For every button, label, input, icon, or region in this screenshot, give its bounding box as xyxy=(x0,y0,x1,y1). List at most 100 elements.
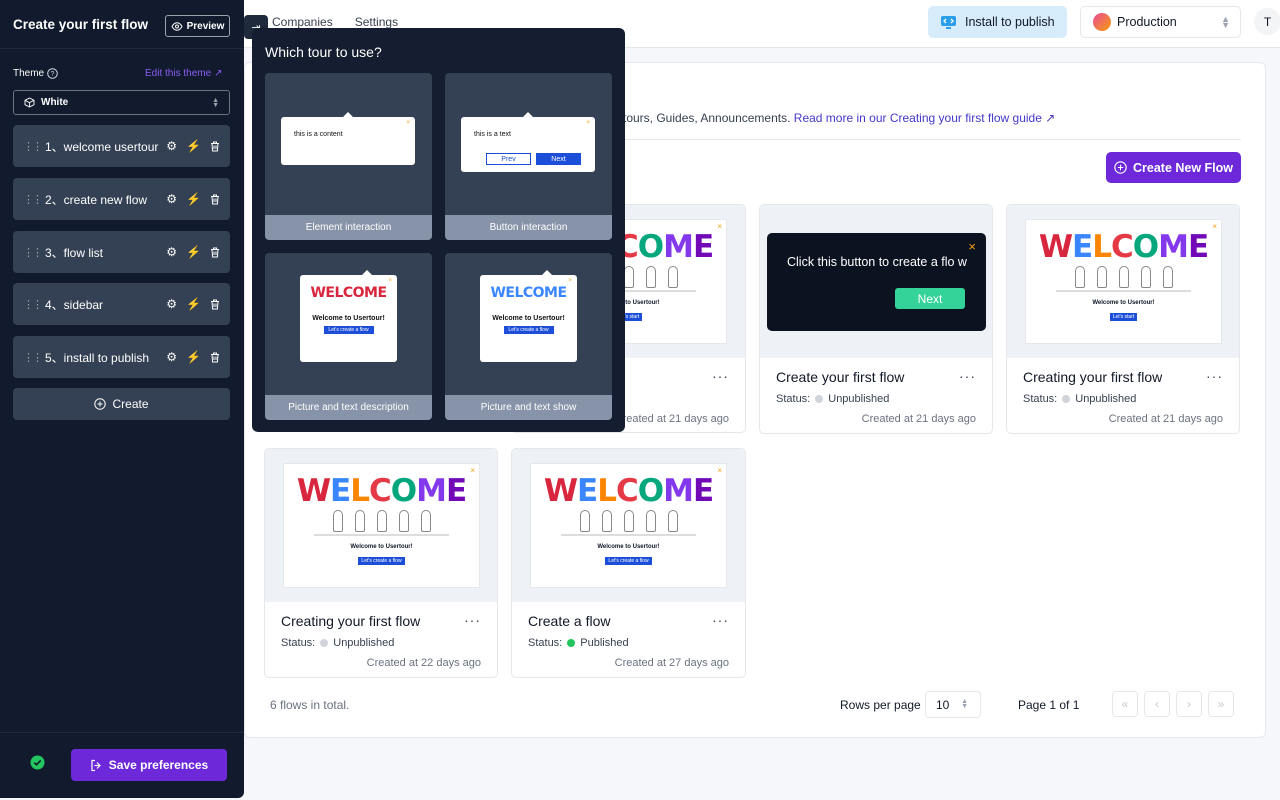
flow-date: Created at 27 days ago xyxy=(614,657,729,669)
more-icon[interactable]: ··· xyxy=(1206,368,1223,384)
rows-per-page-label: Rows per page xyxy=(840,698,921,712)
mini-modal: × WELCOME Welcome to Usertour! Let's cre… xyxy=(300,270,397,362)
step-item[interactable]: ⋮⋮ 1、welcome usertour ⚙ ⚡ xyxy=(13,125,230,167)
create-new-flow-button[interactable]: Create New Flow xyxy=(1106,152,1241,183)
chevron-updown-icon: ▲ ▼ xyxy=(1221,14,1230,30)
status-dot xyxy=(567,639,576,647)
edit-theme-link[interactable]: Edit this theme ↗ xyxy=(145,68,223,79)
bolt-icon[interactable]: ⚡ xyxy=(186,297,201,311)
save-label: Save preferences xyxy=(108,758,209,772)
drag-handle-icon[interactable]: ⋮⋮ xyxy=(23,298,43,311)
environment-label: Production xyxy=(1117,15,1177,29)
bolt-icon[interactable]: ⚡ xyxy=(186,245,201,259)
flow-thumbnail: × Click this button to create a flo w Ne… xyxy=(760,205,992,358)
help-icon[interactable]: ? xyxy=(47,68,58,79)
option-label: Picture and text description xyxy=(265,395,432,420)
figures-illustration xyxy=(561,508,696,536)
figures-illustration xyxy=(1056,264,1191,292)
flow-thumbnail: × WELCOME Welcome to Usertour! Let's cre… xyxy=(265,449,497,602)
next-page-button[interactable]: › xyxy=(1176,691,1202,717)
theme-select[interactable]: White ▲ ▼ xyxy=(13,90,230,115)
bolt-icon[interactable]: ⚡ xyxy=(186,139,201,153)
step-item[interactable]: ⋮⋮ 4、sidebar ⚙ ⚡ xyxy=(13,283,230,325)
trash-icon[interactable] xyxy=(210,194,220,205)
settings-icon[interactable]: ⚙ xyxy=(166,139,177,153)
tour-option-picture-description[interactable]: × WELCOME Welcome to Usertour! Let's cre… xyxy=(265,253,432,420)
flow-card[interactable]: × WELCOME Welcome to Usertour! Let's cre… xyxy=(264,448,498,678)
tour-type-popover: Which tour to use? × this is a content E… xyxy=(252,28,625,432)
drag-handle-icon[interactable]: ⋮⋮ xyxy=(23,246,43,259)
welcome-graphic: WELCOME xyxy=(1038,229,1209,265)
double-chevron-right-icon: » xyxy=(1217,697,1225,711)
preview-label: Preview xyxy=(186,20,225,32)
create-step-button[interactable]: Create xyxy=(13,388,230,420)
mini-modal: × WELCOME Welcome to Usertour! Let's cre… xyxy=(480,270,577,362)
tooltip-text: Click this button to create a flo w xyxy=(787,255,967,269)
rows-per-page-select[interactable]: 10 ▲ ▼ xyxy=(925,691,981,718)
step-label: 2、create new flow xyxy=(45,192,148,207)
close-icon: × xyxy=(1212,222,1217,231)
more-icon[interactable]: ··· xyxy=(712,368,729,384)
trash-icon[interactable] xyxy=(210,141,220,152)
tour-option-element-interaction[interactable]: × this is a content Element interaction xyxy=(265,73,432,240)
tour-option-button-interaction[interactable]: × this is a text Prev Next Button intera… xyxy=(445,73,612,240)
external-link-icon: ↗ xyxy=(1045,111,1056,125)
page-info: Page 1 of 1 xyxy=(1018,698,1080,712)
settings-icon[interactable]: ⚙ xyxy=(166,245,177,259)
status-dot xyxy=(1062,395,1071,403)
install-to-publish-button[interactable]: Install to publish xyxy=(928,6,1067,38)
trash-icon[interactable] xyxy=(210,247,220,258)
environment-select[interactable]: Production ▲ ▼ xyxy=(1080,6,1241,38)
settings-icon[interactable]: ⚙ xyxy=(166,350,177,364)
step-label: 4、sidebar xyxy=(45,297,104,312)
welcome-graphic: WELCOME xyxy=(310,285,387,301)
step-item[interactable]: ⋮⋮ 2、create new flow ⚙ ⚡ xyxy=(13,178,230,220)
environment-icon xyxy=(1093,13,1111,31)
flow-card[interactable]: × WELCOME Welcome to Usertour! Let's sta… xyxy=(1006,204,1240,434)
settings-icon[interactable]: ⚙ xyxy=(166,297,177,311)
preview-button[interactable]: Preview xyxy=(165,15,230,37)
step-item[interactable]: ⋮⋮ 5、install to publish ⚙ ⚡ xyxy=(13,336,230,378)
trash-icon[interactable] xyxy=(210,299,220,310)
guide-link[interactable]: Read more in our Creating your first flo… xyxy=(794,111,1056,125)
trash-icon[interactable] xyxy=(210,352,220,363)
step-item[interactable]: ⋮⋮ 3、flow list ⚙ ⚡ xyxy=(13,231,230,273)
first-page-button[interactable]: « xyxy=(1112,691,1138,717)
bolt-icon[interactable]: ⚡ xyxy=(186,192,201,206)
bolt-icon[interactable]: ⚡ xyxy=(186,350,201,364)
mini-next-button: Next xyxy=(536,153,581,165)
save-preferences-button[interactable]: Save preferences xyxy=(71,749,227,781)
drag-handle-icon[interactable]: ⋮⋮ xyxy=(23,193,43,206)
flow-card[interactable]: × WELCOME Welcome to Usertour! Let's cre… xyxy=(511,448,746,678)
popover-title: Which tour to use? xyxy=(265,44,382,60)
drag-handle-icon[interactable]: ⋮⋮ xyxy=(23,351,43,364)
create-label: Create xyxy=(112,397,149,411)
last-page-button[interactable]: » xyxy=(1208,691,1234,717)
drag-handle-icon[interactable]: ⋮⋮ xyxy=(23,140,43,153)
nav-settings[interactable]: Settings xyxy=(355,15,398,29)
flow-title: Create a flow xyxy=(528,613,611,629)
chevron-updown-icon: ▲ ▼ xyxy=(961,698,968,710)
flows-total: 6 flows in total. xyxy=(270,698,350,712)
nav-companies[interactable]: Companies xyxy=(272,15,333,29)
mini-tooltip: × this is a content xyxy=(281,112,415,165)
flow-date: Created at 21 days ago xyxy=(1108,413,1223,425)
option-label: Element interaction xyxy=(265,215,432,240)
thumbnail-button: Let's create a flow xyxy=(358,557,405,565)
close-icon: × xyxy=(717,222,722,231)
code-icon xyxy=(940,15,957,30)
more-icon[interactable]: ··· xyxy=(959,368,976,384)
settings-icon[interactable]: ⚙ xyxy=(166,192,177,206)
more-icon[interactable]: ··· xyxy=(712,612,729,628)
eye-icon xyxy=(171,21,183,31)
check-circle-icon xyxy=(30,755,45,770)
more-icon[interactable]: ··· xyxy=(464,612,481,628)
welcome-graphic: WELCOME xyxy=(543,473,714,509)
close-icon: × xyxy=(968,239,976,254)
chevron-left-icon: ‹ xyxy=(1155,697,1159,711)
prev-page-button[interactable]: ‹ xyxy=(1144,691,1170,717)
tour-option-picture-show[interactable]: × WELCOME Welcome to Usertour! Let's cre… xyxy=(445,253,612,420)
flow-card[interactable]: × Click this button to create a flo w Ne… xyxy=(759,204,993,434)
avatar[interactable]: T xyxy=(1254,8,1280,35)
theme-value: White xyxy=(41,97,69,108)
